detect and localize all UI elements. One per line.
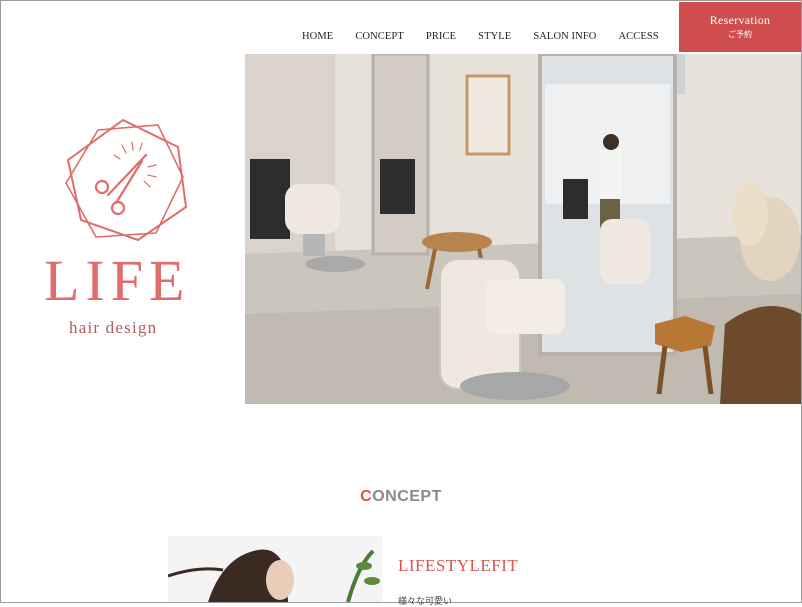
logo-wordmark[interactable]: LIFE bbox=[44, 252, 190, 310]
logo-tagline: hair design bbox=[69, 318, 158, 337]
concept-heading: CONCEPT bbox=[0, 488, 802, 506]
salon-interior-photo bbox=[245, 54, 801, 404]
reservation-label: Reservation bbox=[709, 13, 771, 27]
nav-concept[interactable]: CONCEPT bbox=[355, 31, 404, 42]
concept-heading-rest: ONCEPT bbox=[372, 488, 442, 505]
concept-text: 様々な可愛い bbox=[398, 597, 453, 607]
nav-salon-info[interactable]: SALON INFO bbox=[533, 31, 596, 42]
nav-home[interactable]: HOME bbox=[302, 31, 333, 42]
nav-access[interactable]: ACCESS bbox=[618, 31, 658, 42]
reservation-label-jp: ご予約 bbox=[728, 30, 752, 39]
main-nav: HOME CONCEPT PRICE STYLE SALON INFO ACCE… bbox=[302, 31, 681, 42]
concept-photo bbox=[168, 536, 382, 602]
concept-heading-initial: C bbox=[360, 488, 373, 505]
reservation-button[interactable]: Reservation ご予約 bbox=[679, 2, 801, 52]
nav-price[interactable]: PRICE bbox=[426, 31, 456, 42]
nav-style[interactable]: STYLE bbox=[478, 31, 511, 42]
hero-image bbox=[245, 54, 801, 404]
model-photo bbox=[168, 536, 382, 602]
concept-title: LIFESTYLEFIT bbox=[398, 556, 519, 575]
scissors-icon bbox=[94, 153, 148, 216]
